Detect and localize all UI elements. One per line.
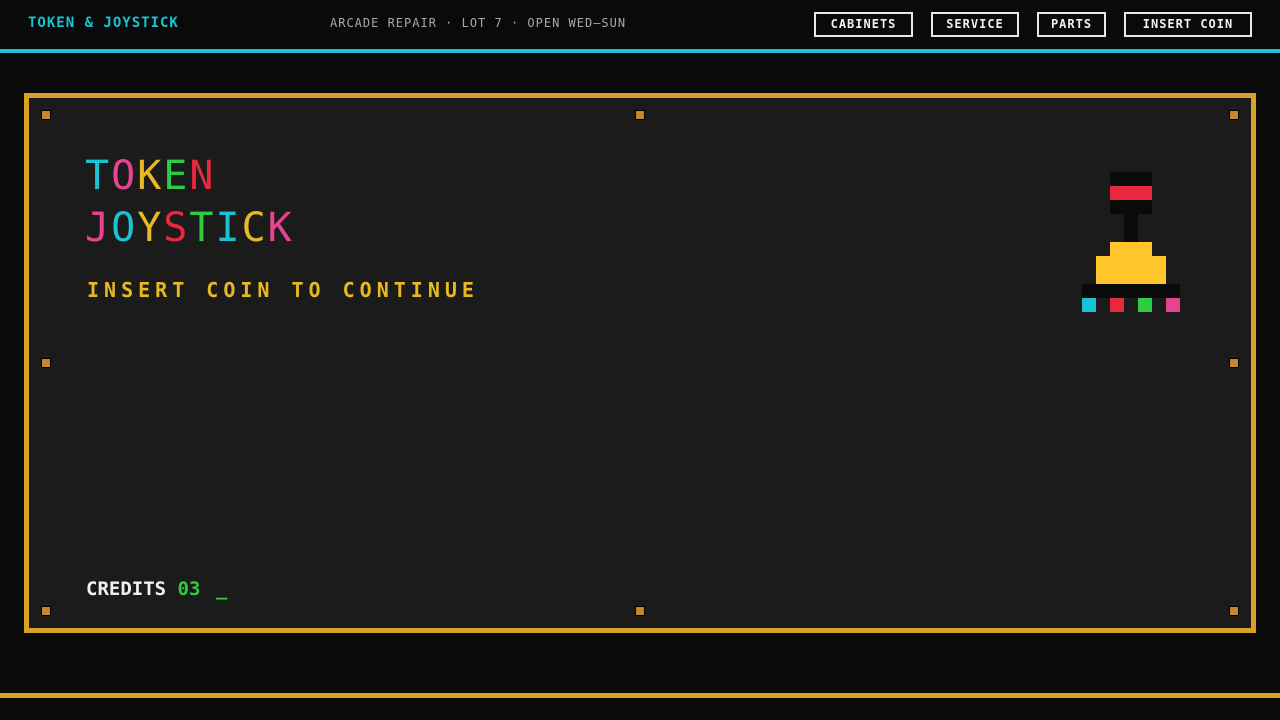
- footer-rule: [0, 693, 1280, 698]
- credits-value: 03: [178, 578, 201, 600]
- insert-coin-prompt: INSERT COIN TO CONTINUE: [87, 278, 479, 302]
- hero-title-line-2: JOYSTICK: [85, 208, 294, 248]
- title-letter: K: [268, 208, 294, 248]
- nav-insert-coin-button[interactable]: INSERT COIN: [1124, 12, 1252, 37]
- title-letter: T: [189, 208, 215, 248]
- title-letter: E: [163, 156, 189, 196]
- title-letter: Y: [137, 208, 163, 248]
- rivet-icon: [1229, 110, 1239, 120]
- rivet-icon: [635, 606, 645, 616]
- rivet-icon: [41, 606, 51, 616]
- top-bar: TOKEN & JOYSTICK ARCADE REPAIR · LOT 7 ·…: [0, 0, 1280, 53]
- brand-logo-text[interactable]: TOKEN & JOYSTICK: [28, 15, 179, 31]
- rivet-icon: [1229, 358, 1239, 368]
- title-letter: O: [111, 156, 137, 196]
- rivet-icon: [41, 358, 51, 368]
- title-letter: N: [189, 156, 215, 196]
- title-letter: O: [111, 208, 137, 248]
- rivet-icon: [41, 110, 51, 120]
- rivet-icon: [635, 110, 645, 120]
- blinking-cursor: _: [216, 578, 227, 600]
- title-letter: C: [242, 208, 268, 248]
- title-letter: K: [137, 156, 163, 196]
- title-letter: I: [215, 208, 241, 248]
- nav-service-button[interactable]: SERVICE: [931, 12, 1019, 37]
- hero-title-line-1: TOKEN: [85, 156, 215, 196]
- title-letter: J: [85, 208, 111, 248]
- nav-cabinets-button[interactable]: CABINETS: [814, 12, 913, 37]
- title-letter: S: [163, 208, 189, 248]
- credits-label: CREDITS: [86, 578, 166, 600]
- arcade-screen-panel: TOKEN JOYSTICK INSERT COIN TO CONTINUE C…: [24, 93, 1256, 633]
- title-letter: T: [85, 156, 111, 196]
- header-tagline: ARCADE REPAIR · LOT 7 · OPEN WED–SUN: [330, 16, 626, 30]
- credits-counter: CREDITS 03 _: [86, 578, 227, 600]
- rivet-icon: [1229, 606, 1239, 616]
- nav-parts-button[interactable]: PARTS: [1037, 12, 1106, 37]
- joystick-icon: [1082, 172, 1182, 317]
